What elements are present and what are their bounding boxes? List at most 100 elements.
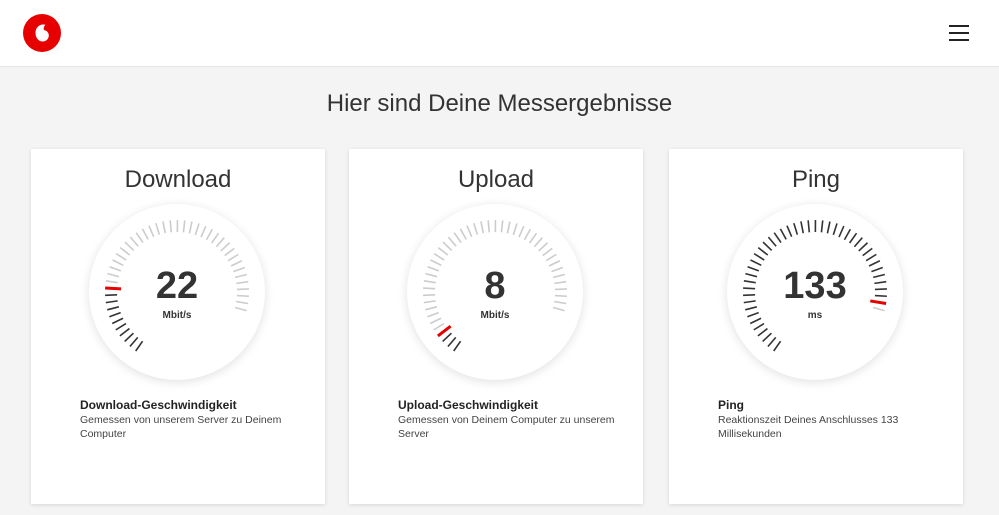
gauge-value: 133: [783, 265, 847, 307]
gauge-tick: [545, 253, 557, 262]
gauge-tick: [453, 232, 462, 244]
gauge-tick: [129, 236, 139, 247]
card-title: Ping: [791, 166, 841, 193]
gauge-tick: [148, 225, 155, 238]
menu-line: [949, 32, 969, 34]
card-title: Download: [124, 166, 232, 193]
gauge-tick: [433, 252, 445, 261]
card-title: Upload: [457, 166, 535, 193]
upload-card: Upload 8 Mbit/s Upload-Geschwindigkeit G…: [349, 149, 643, 504]
info-title: Upload-Geschwindigkeit: [398, 398, 539, 412]
gauge-tick: [523, 228, 532, 241]
gauge-tick: [200, 225, 207, 238]
ping-gauge: 133 ms: [727, 204, 903, 380]
gauge-tick: [832, 223, 838, 236]
info-title: Ping: [718, 398, 744, 412]
gauge-tick: [838, 225, 845, 238]
gauge-value: 22: [155, 265, 199, 307]
gauge-tick: [141, 228, 149, 240]
gauge-tick: [459, 228, 467, 240]
gauge-tick: [753, 252, 765, 261]
gauge-tick: [518, 225, 525, 238]
card-info: Ping Reaktionszeit Deines Anschlusses 13…: [718, 398, 938, 441]
download-gauge: 22 Mbit/s: [89, 204, 265, 380]
gauge-tick: [753, 322, 765, 331]
gauge-tick: [793, 222, 799, 235]
info-description: Gemessen von Deinem Computer zu unserem …: [398, 414, 615, 440]
gauge-tick: [865, 253, 877, 262]
gauge-tick: [762, 332, 772, 343]
gauge-tick: [767, 236, 777, 247]
gauge-tick: [853, 237, 863, 248]
gauge-tick: [135, 340, 144, 352]
gauge-unit: ms: [807, 310, 823, 321]
gauge-tick: [119, 247, 131, 256]
gauge-tick: [480, 221, 485, 234]
gauge-tick: [757, 327, 768, 337]
gauge-tick: [757, 247, 769, 256]
gauge-tick: [826, 221, 831, 234]
gauge-tick: [858, 242, 869, 252]
gauge-tick: [210, 232, 220, 244]
gauge-tick: [767, 336, 777, 348]
gauge-tick: [487, 220, 491, 233]
upload-gauge: 8 Mbit/s: [407, 204, 583, 380]
gauge-tick: [447, 236, 457, 247]
gauge-tick: [528, 232, 538, 244]
gauge-tick: [433, 322, 445, 331]
gauge-tick: [500, 220, 504, 233]
gauge-tick: [115, 322, 127, 331]
gauge-tick: [215, 237, 225, 248]
gauge-tick: [162, 221, 167, 234]
gauge-tick: [437, 247, 449, 256]
vodafone-logo-icon[interactable]: [23, 14, 61, 52]
gauge-tick: [124, 332, 134, 343]
gauge-tick: [129, 336, 139, 348]
gauge-tick: [124, 241, 135, 252]
gauge-tick: [750, 259, 762, 267]
gauge-tick: [453, 340, 462, 352]
gauge-tick: [848, 232, 858, 244]
gauge-tick: [538, 242, 549, 252]
gauge-tick: [224, 247, 235, 257]
gauge-tick: [773, 340, 782, 352]
ping-card: Ping 133 ms Ping Reaktionszeit Deines An…: [669, 149, 963, 504]
gauge-unit: Mbit/s: [162, 310, 192, 321]
gauge-tick: [442, 241, 453, 252]
gauge-tick: [786, 225, 793, 238]
hamburger-menu-button[interactable]: [944, 20, 974, 46]
info-description: Gemessen von unserem Server zu Deinem Co…: [80, 414, 282, 440]
gauge-tick: [447, 336, 457, 348]
gauge-tick: [135, 232, 144, 244]
gauge-tick: [800, 221, 805, 234]
info-description: Reaktionszeit Deines Anschlusses 133 Mil…: [718, 414, 899, 440]
gauge-tick: [779, 228, 787, 240]
gauge-tick: [155, 222, 161, 235]
gauge-tick: [430, 259, 442, 267]
gauge-tick: [466, 225, 473, 238]
gauge-tick: [115, 252, 127, 261]
gauge-tick: [194, 223, 200, 236]
gauge-tick: [473, 222, 479, 235]
gauge-tick: [773, 232, 782, 244]
gauge-tick: [512, 223, 518, 236]
gauge-tick: [169, 220, 173, 233]
gauge-tick: [533, 237, 543, 248]
gauge-tick: [442, 332, 452, 343]
gauge-marker: [437, 324, 452, 338]
gauge-tick: [843, 228, 852, 241]
gauge-unit: Mbit/s: [480, 310, 510, 321]
info-title: Download-Geschwindigkeit: [80, 398, 237, 412]
gauge-tick: [506, 221, 511, 234]
gauge-tick: [762, 241, 773, 252]
download-card: Download 22 Mbit/s Download-Geschwindigk…: [31, 149, 325, 504]
card-info: Upload-Geschwindigkeit Gemessen von Dein…: [398, 398, 618, 441]
card-info: Download-Geschwindigkeit Gemessen von un…: [80, 398, 300, 441]
menu-line: [949, 39, 969, 41]
gauge-tick: [542, 247, 553, 257]
menu-line: [949, 25, 969, 27]
gauge-tick: [227, 253, 239, 262]
top-header: [0, 0, 999, 67]
page-title: Hier sind Deine Messergebnisse: [326, 90, 673, 117]
gauge-tick: [205, 228, 214, 241]
